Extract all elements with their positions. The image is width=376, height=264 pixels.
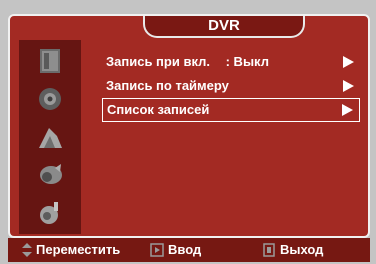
menu-title: DVR <box>143 16 305 38</box>
channel-icon[interactable] <box>19 118 81 156</box>
arrow-right-icon <box>343 56 354 68</box>
menu-item-record-on-power[interactable]: Запись при вкл. : Выкл <box>102 50 360 74</box>
input-icon[interactable] <box>19 194 81 232</box>
arrow-right-icon <box>342 104 353 116</box>
dvr-menu-panel: DVR Запись при вкл.: Выкл Запись по тай… <box>8 14 370 238</box>
menu-item-label: Запись по таймеру <box>106 78 229 93</box>
menu-item-value: : Выкл <box>225 54 269 69</box>
tv-screen: DVR Запись при вкл.: Выкл Запись по тай… <box>0 0 376 264</box>
menu-icon-strip <box>19 40 81 234</box>
updown-arrows-icon <box>22 243 32 257</box>
arrow-right-icon <box>343 80 354 92</box>
move-hint: Переместить <box>22 238 120 262</box>
exit-hint: Выход <box>262 238 323 262</box>
setup-icon[interactable] <box>19 156 81 194</box>
menu-item-label: Список записей <box>107 102 210 117</box>
dvr-menu-list: Запись при вкл. : Выкл Запись по таймеру… <box>102 50 360 122</box>
enter-key-icon <box>150 243 164 257</box>
menu-item-recording-list[interactable]: Список записей <box>102 98 360 122</box>
menu-item-timer-recording[interactable]: Запись по таймеру <box>102 74 360 98</box>
exit-label: Выход <box>280 242 324 257</box>
sound-icon[interactable] <box>19 80 81 118</box>
picture-icon[interactable] <box>19 42 81 80</box>
help-bar: Переместить Ввод Выход <box>8 238 370 262</box>
move-label: Переместить <box>36 242 121 257</box>
exit-key-icon <box>263 243 275 257</box>
enter-hint: Ввод <box>150 238 201 262</box>
enter-label: Ввод <box>168 242 202 257</box>
menu-item-label: Запись при вкл. <box>106 54 210 69</box>
